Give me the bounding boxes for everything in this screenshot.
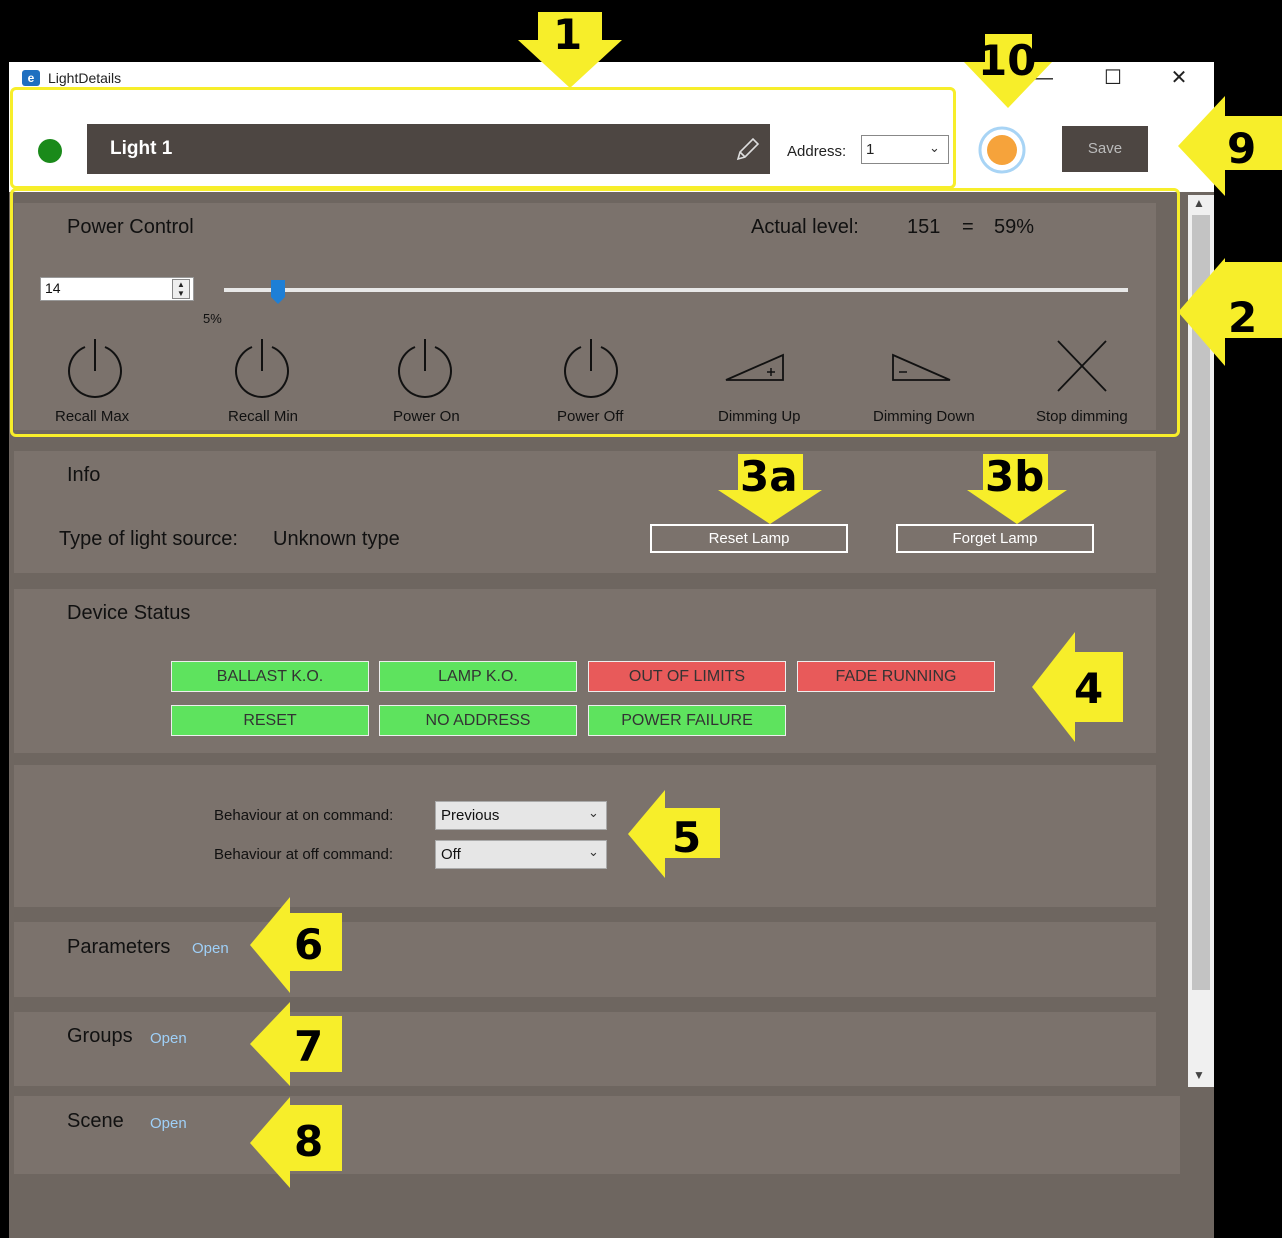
annotation-number-1: 1: [553, 10, 583, 59]
annotation-number-6: 6: [294, 920, 324, 969]
annotation-number-8: 8: [294, 1117, 324, 1166]
annotation-number-5: 5: [672, 813, 702, 862]
annotation-number-10: 10: [978, 36, 1037, 85]
annotation-number-9: 9: [1227, 124, 1257, 173]
annotation-number-3a: 3a: [740, 452, 798, 501]
annotation-arrows: [250, 12, 1282, 1188]
annotation-number-2: 2: [1228, 293, 1258, 342]
annotation-number-7: 7: [294, 1022, 324, 1071]
annotation-number-3b: 3b: [985, 452, 1045, 501]
annotation-number-4: 4: [1074, 664, 1104, 713]
